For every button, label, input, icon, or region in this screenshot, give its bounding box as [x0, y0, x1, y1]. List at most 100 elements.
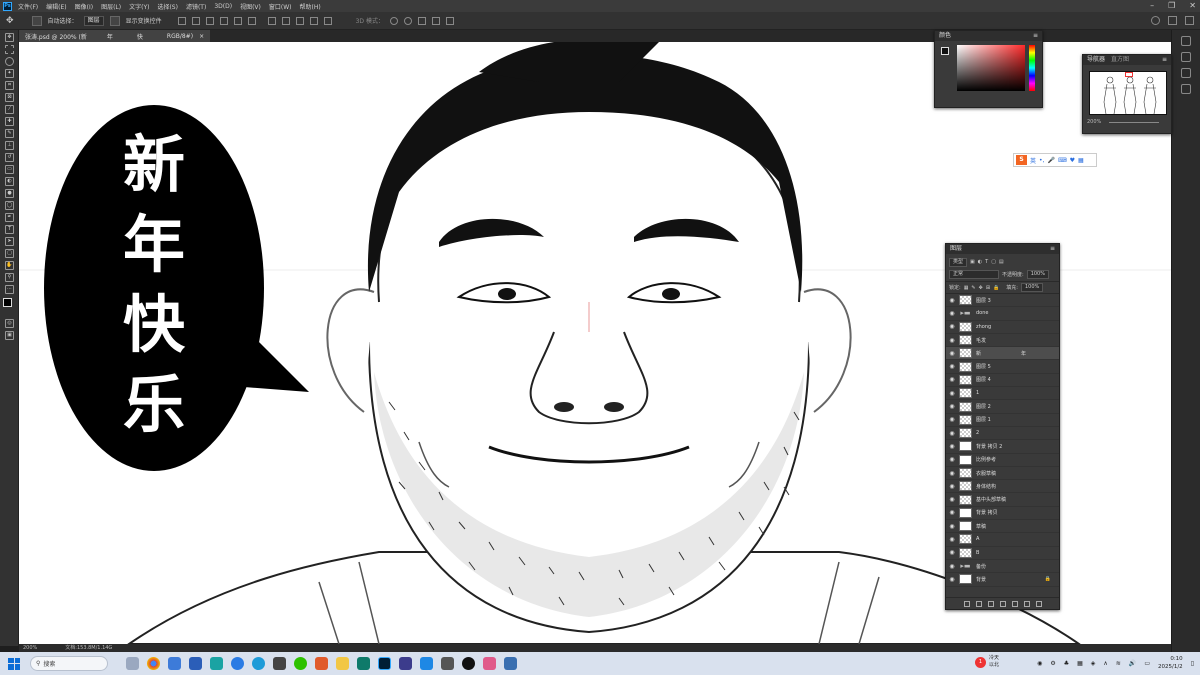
layer-row[interactable]: ◉ 毛发: [946, 334, 1059, 348]
panel-menu-icon[interactable]: ≡: [1162, 55, 1167, 65]
visibility-eye-icon[interactable]: ◉: [948, 496, 956, 503]
layer-filter-dropdown[interactable]: 类型: [949, 257, 968, 267]
folder-icon[interactable]: [336, 657, 349, 670]
type-tool-icon[interactable]: T: [5, 225, 14, 234]
minimize-icon[interactable]: –: [1150, 1, 1154, 10]
auto-select-dropdown[interactable]: 图层: [83, 15, 104, 26]
screen-mode-icon[interactable]: ▣: [5, 331, 14, 340]
layer-name[interactable]: 新: [976, 350, 981, 357]
visibility-eye-icon[interactable]: ◉: [948, 403, 956, 410]
navigator-view-box[interactable]: [1125, 72, 1133, 77]
navigator-zoom[interactable]: 200%: [1087, 119, 1101, 125]
visibility-eye-icon[interactable]: ◉: [948, 390, 956, 397]
blur-tool-icon[interactable]: ●: [5, 189, 14, 198]
app-icon-12[interactable]: [483, 657, 496, 670]
layer-name[interactable]: 背景 拷贝: [976, 509, 998, 516]
toolbox-icon[interactable]: ▦: [1078, 157, 1084, 164]
visibility-eye-icon[interactable]: ◉: [948, 310, 956, 317]
layer-row[interactable]: ◉ 身体结构: [946, 480, 1059, 494]
visibility-eye-icon[interactable]: ◉: [948, 430, 956, 437]
layer-name[interactable]: done: [976, 310, 988, 316]
marquee-tool-icon[interactable]: [5, 45, 14, 54]
layer-row[interactable]: ◉ 图层 5: [946, 360, 1059, 374]
qq-icon[interactable]: [462, 657, 475, 670]
eraser-tool-icon[interactable]: ▭: [5, 165, 14, 174]
history-brush-tool-icon[interactable]: ↺: [5, 153, 14, 162]
fg-bg-colors[interactable]: [0, 298, 18, 316]
visibility-eye-icon[interactable]: ◉: [948, 549, 956, 556]
app-icon-6[interactable]: [273, 657, 286, 670]
app-icon-7[interactable]: [315, 657, 328, 670]
punctuation-icon[interactable]: •,: [1039, 157, 1044, 164]
menu-window[interactable]: 窗口(W): [269, 2, 292, 11]
photoshop-taskbar-icon[interactable]: [378, 657, 391, 670]
path-select-tool-icon[interactable]: ➤: [5, 237, 14, 246]
app-icon-8[interactable]: [357, 657, 370, 670]
tray-app-icon-2[interactable]: ⚙: [1050, 660, 1055, 667]
swatches-icon[interactable]: [1181, 36, 1191, 46]
volume-icon[interactable]: 🔊: [1129, 660, 1136, 667]
layer-row[interactable]: ◉ 比例参考: [946, 454, 1059, 467]
visibility-eye-icon[interactable]: ◉: [948, 297, 956, 304]
visibility-eye-icon[interactable]: ◉: [948, 416, 956, 423]
app-icon-3[interactable]: [189, 657, 202, 670]
layer-row[interactable]: ◉ ▸▬ 备份: [946, 560, 1059, 574]
panel-menu-icon[interactable]: ≡: [1033, 31, 1038, 41]
search-icon[interactable]: [1151, 16, 1160, 25]
navigator-thumbnail[interactable]: [1089, 71, 1167, 115]
visibility-eye-icon[interactable]: ◉: [948, 483, 956, 490]
menu-layer[interactable]: 图层(L): [101, 2, 121, 11]
document-tab[interactable]: 张涛.psd @ 200% (新 年 快 RGB/8#) ×: [19, 30, 211, 42]
visibility-eye-icon[interactable]: ◉: [948, 536, 956, 543]
3d-scale-icon[interactable]: [445, 16, 454, 25]
layer-row[interactable]: ◉ 背景 拷贝: [946, 507, 1059, 521]
align-right-icon[interactable]: [247, 16, 256, 25]
layer-row[interactable]: ◉ 1: [946, 387, 1059, 401]
align-center-icon[interactable]: [233, 16, 242, 25]
tab-navigator[interactable]: 导航器: [1087, 55, 1105, 65]
task-view-icon[interactable]: [126, 657, 139, 670]
lasso-tool-icon[interactable]: [5, 57, 14, 66]
layers-panel-title[interactable]: 图层: [950, 244, 962, 254]
menu-select[interactable]: 选择(S): [157, 2, 178, 11]
distribute-bottom-icon[interactable]: [295, 16, 304, 25]
document-tab-close-icon[interactable]: ×: [199, 33, 204, 40]
layer-name[interactable]: 2: [976, 430, 979, 436]
visibility-eye-icon[interactable]: ◉: [948, 363, 956, 370]
skin-icon[interactable]: ♥: [1070, 157, 1075, 164]
adjustment-layer-icon[interactable]: [999, 600, 1006, 607]
auto-select-checkbox[interactable]: [31, 15, 42, 26]
filter-pixel-icon[interactable]: ▣: [970, 259, 975, 265]
filter-adjust-icon[interactable]: ◐: [978, 259, 982, 265]
weather-widget[interactable]: 1 冷天 以北: [975, 655, 999, 669]
app-icon-4[interactable]: [210, 657, 223, 670]
fx-icon[interactable]: [975, 600, 982, 607]
layer-row[interactable]: ◉ 图层 3: [946, 294, 1059, 308]
align-top-icon[interactable]: [177, 16, 186, 25]
lock-position-icon[interactable]: ✥: [979, 285, 983, 291]
status-zoom[interactable]: 200%: [23, 644, 37, 652]
visibility-eye-icon[interactable]: ◉: [948, 350, 956, 357]
layer-name[interactable]: 背景 拷贝 2: [976, 443, 1002, 450]
opacity-input[interactable]: 100%: [1026, 269, 1049, 279]
fill-input[interactable]: 100%: [1020, 283, 1044, 292]
delete-layer-icon[interactable]: [1035, 600, 1042, 607]
tray-app-icon-3[interactable]: ♣: [1064, 660, 1069, 667]
tray-app-icon-4[interactable]: ▦: [1077, 660, 1083, 667]
layer-name[interactable]: 图层 4: [976, 376, 991, 383]
blend-mode-dropdown[interactable]: 正常: [949, 269, 999, 279]
frame-tool-icon[interactable]: ⊠: [5, 93, 14, 102]
layer-row[interactable]: ◉ 图层 1: [946, 414, 1059, 427]
distribute-middle-icon[interactable]: [281, 16, 290, 25]
workspace-icon[interactable]: [1168, 16, 1177, 25]
new-layer-icon[interactable]: [1023, 600, 1030, 607]
foreground-color-swatch[interactable]: [3, 298, 12, 307]
microphone-icon[interactable]: 🎤: [1047, 157, 1054, 164]
menu-image[interactable]: 图像(I): [75, 2, 93, 11]
eyedropper-tool-icon[interactable]: ⁄: [5, 105, 14, 114]
chevron-up-icon[interactable]: ∧: [1103, 660, 1107, 667]
crop-tool-icon[interactable]: ⌗: [5, 81, 14, 90]
wifi-icon[interactable]: ≋: [1116, 660, 1121, 667]
layer-row[interactable]: ◉ 衣服草稿: [946, 467, 1059, 481]
healing-brush-tool-icon[interactable]: ✚: [5, 117, 14, 126]
